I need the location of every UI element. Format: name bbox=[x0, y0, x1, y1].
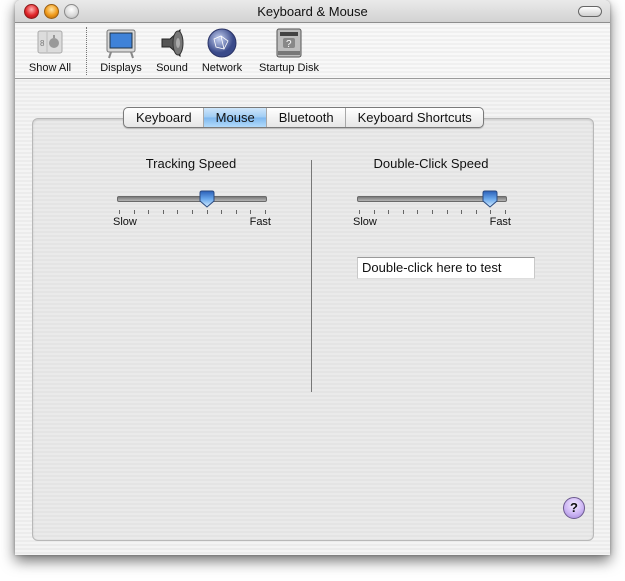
slider-max-label: Fast bbox=[249, 216, 271, 228]
tab-bluetooth[interactable]: Bluetooth bbox=[267, 108, 346, 127]
slider-tick bbox=[235, 210, 237, 214]
toolbar-separator bbox=[86, 27, 87, 75]
tab-keyboard-shortcuts[interactable]: Keyboard Shortcuts bbox=[346, 108, 483, 127]
slider-thumb[interactable] bbox=[199, 190, 215, 208]
toolbar-label: Sound bbox=[156, 62, 188, 74]
double-click-speed-title: Double-Click Speed bbox=[373, 156, 489, 171]
slider-tick bbox=[133, 210, 135, 214]
slider-max-label: Fast bbox=[489, 216, 511, 228]
slider-tick bbox=[359, 210, 360, 214]
slider-tick bbox=[221, 210, 223, 214]
slider-tick bbox=[148, 210, 150, 214]
slider-tick bbox=[192, 210, 193, 214]
slider-tick bbox=[373, 210, 375, 214]
double-click-test-field[interactable]: Double-click here to test bbox=[357, 257, 535, 279]
slider-tick bbox=[162, 210, 164, 214]
slider-tick bbox=[206, 210, 208, 214]
show-all-icon: 8 bbox=[37, 30, 63, 54]
tab-content-panel bbox=[32, 118, 594, 541]
slider-tick bbox=[446, 210, 448, 214]
speaker-icon bbox=[161, 28, 184, 58]
slider-tick bbox=[432, 210, 433, 214]
toolbar-label: Startup Disk bbox=[259, 62, 319, 74]
help-button[interactable]: ? bbox=[563, 497, 585, 519]
svg-text:8: 8 bbox=[40, 39, 45, 48]
slider-tick bbox=[417, 210, 419, 214]
preferences-window: Keyboard & Mouse 8 Show All Displays Sou… bbox=[15, 0, 610, 555]
title-bar[interactable]: Keyboard & Mouse bbox=[15, 0, 610, 23]
toolbar-network[interactable]: Network bbox=[198, 27, 246, 74]
toolbar-show-all[interactable]: 8 Show All bbox=[23, 27, 77, 74]
slider-tick bbox=[490, 210, 492, 214]
network-globe-icon bbox=[207, 28, 237, 58]
window-title: Keyboard & Mouse bbox=[257, 4, 368, 19]
slider-tick bbox=[177, 210, 179, 214]
svg-text:?: ? bbox=[286, 39, 292, 50]
tracking-speed-slider[interactable]: Slow Fast bbox=[113, 187, 271, 228]
tracking-speed-title: Tracking Speed bbox=[145, 156, 237, 171]
slider-tick bbox=[250, 210, 252, 214]
toolbar-startup-disk[interactable]: ? Startup Disk bbox=[254, 27, 324, 74]
toolbar-displays[interactable]: Displays bbox=[97, 27, 145, 74]
slider-tick bbox=[265, 210, 266, 214]
column-divider bbox=[311, 160, 312, 392]
slider-min-label: Slow bbox=[113, 216, 137, 228]
slider-tick bbox=[388, 210, 390, 214]
toolbar-label: Show All bbox=[28, 62, 72, 74]
slider-tick bbox=[402, 210, 404, 214]
tab-mouse[interactable]: Mouse bbox=[203, 108, 267, 127]
slider-thumb[interactable] bbox=[482, 190, 498, 208]
toolbar-sound[interactable]: Sound bbox=[152, 27, 192, 74]
double-click-speed-slider[interactable]: Slow Fast bbox=[353, 187, 511, 228]
display-icon bbox=[106, 29, 136, 59]
toolbar: 8 Show All Displays Sound Network ? Star… bbox=[15, 23, 610, 79]
slider-min-label: Slow bbox=[353, 216, 377, 228]
slider-track[interactable] bbox=[117, 196, 267, 202]
slider-tick bbox=[461, 210, 463, 214]
tab-bar: Keyboard Mouse Bluetooth Keyboard Shortc… bbox=[123, 107, 484, 128]
hard-disk-icon: ? bbox=[276, 28, 302, 58]
toolbar-toggle-button[interactable] bbox=[578, 6, 602, 17]
toolbar-label: Displays bbox=[100, 62, 142, 74]
slider-tick bbox=[119, 210, 120, 214]
slider-tick bbox=[505, 210, 506, 214]
tab-keyboard[interactable]: Keyboard bbox=[124, 108, 204, 127]
toolbar-label: Network bbox=[201, 62, 243, 74]
slider-tick bbox=[475, 210, 477, 214]
